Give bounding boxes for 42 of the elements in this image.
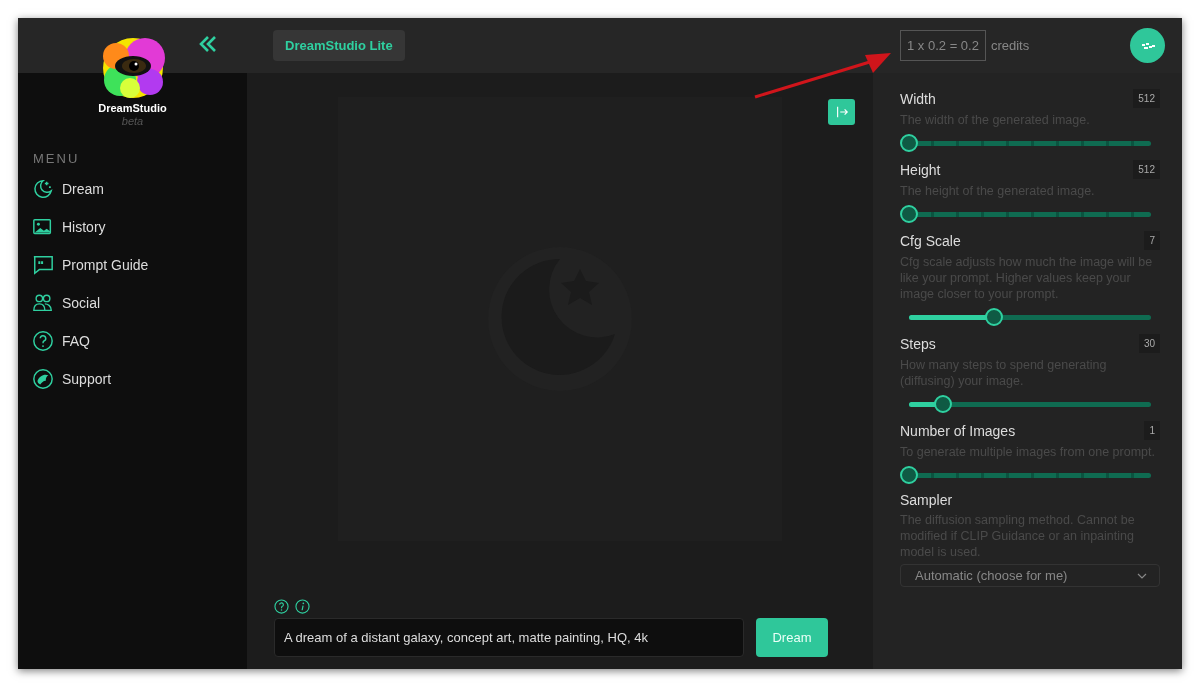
menu-item[interactable]: Social xyxy=(32,292,101,314)
setting-label: Steps xyxy=(900,335,936,352)
menu-item[interactable]: Prompt Guide xyxy=(32,254,149,276)
people-icon xyxy=(32,292,54,314)
avatar-button[interactable] xyxy=(1130,28,1165,63)
prompt-field[interactable]: A dream of a distant galaxy, concept art, matte painting, HQ, 4k xyxy=(274,618,744,657)
help-icon[interactable] xyxy=(274,599,289,614)
credits-cost: 1 x 0.2 = 0.2 xyxy=(900,30,986,61)
chevron-down-icon xyxy=(1137,572,1147,579)
slider-thumb[interactable] xyxy=(900,134,918,152)
setting-label: Sampler xyxy=(900,492,953,508)
setting-value: 512 xyxy=(1133,89,1160,108)
menu-item[interactable]: FAQ xyxy=(32,330,90,352)
slider-thumb[interactable] xyxy=(900,466,918,484)
setting-value: 1 xyxy=(1144,421,1160,440)
setting-label: Cfg Scale xyxy=(900,232,961,249)
product-button[interactable]: DreamStudio Lite xyxy=(273,30,405,61)
menu-item[interactable]: Dream xyxy=(32,178,104,200)
menu-item[interactable]: Support xyxy=(32,368,112,390)
setting-label: Height xyxy=(900,161,941,178)
setting-value: 7 xyxy=(1144,231,1160,250)
pixel-pattern-icon xyxy=(1139,40,1156,51)
menu-item[interactable]: History xyxy=(32,216,106,238)
slider-thumb[interactable] xyxy=(900,205,918,223)
brand-tag: beta xyxy=(121,115,144,127)
setting-value: 30 xyxy=(1138,334,1160,353)
brand-name: DreamStudio xyxy=(98,102,167,114)
setting-label: Width xyxy=(900,90,936,107)
info-icon[interactable] xyxy=(295,599,310,614)
speech-bubble-icon xyxy=(32,254,54,276)
setting-value: 512 xyxy=(1133,160,1160,179)
menu-heading: MENU xyxy=(33,151,81,166)
credits-label: credits xyxy=(990,38,1030,53)
moon-stars-icon xyxy=(32,178,54,200)
question-icon xyxy=(32,330,54,352)
arrow-to-right-icon xyxy=(834,105,849,119)
collapse-icon[interactable] xyxy=(198,35,218,53)
setting-label: Number of Images xyxy=(900,422,1016,439)
sampler-dropdown[interactable]: Automatic (choose for me) xyxy=(900,564,1160,587)
support-icon xyxy=(32,368,54,390)
slider-thumb[interactable] xyxy=(984,308,1003,326)
slider-thumb[interactable] xyxy=(933,395,952,413)
